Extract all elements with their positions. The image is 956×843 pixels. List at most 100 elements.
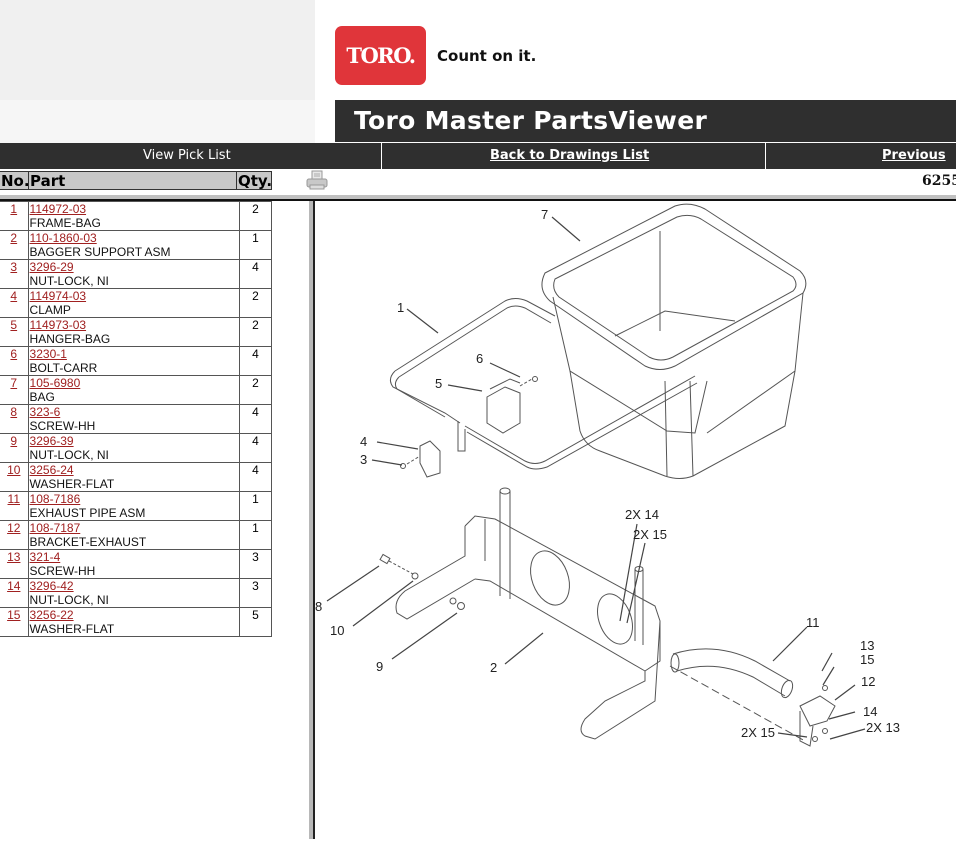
- part-number-link[interactable]: 3256-22: [30, 608, 239, 622]
- parts-table: 1 114972-03 FRAME-BAG 2 2 110-1860-03 BAGGER S…: [0, 201, 273, 637]
- part-number-link[interactable]: 3296-29: [30, 260, 239, 274]
- part-number-link[interactable]: 110-1860-03: [30, 231, 239, 245]
- item-number-link[interactable]: 15: [7, 608, 20, 622]
- part-cell: 3230-1 BOLT-CARR: [27, 346, 240, 376]
- previous-link[interactable]: Previous: [882, 148, 946, 163]
- callout-8[interactable]: 8: [315, 599, 322, 614]
- item-number-link[interactable]: 1: [10, 202, 17, 216]
- part-number-link[interactable]: 3296-42: [30, 579, 239, 593]
- page-title: Toro Master PartsViewer: [354, 106, 708, 135]
- quantity-cell: 2: [238, 288, 273, 318]
- item-number-link[interactable]: 7: [10, 376, 17, 390]
- quantity-cell: 5: [238, 607, 273, 637]
- callout-3[interactable]: 3: [360, 452, 367, 467]
- item-number-link[interactable]: 14: [7, 579, 20, 593]
- part-number-link[interactable]: 321-4: [30, 550, 239, 564]
- nav-bar: View Pick List Back to Drawings List Pre…: [0, 143, 956, 169]
- table-row: 15 3256-22 WASHER-FLAT 5: [0, 607, 273, 637]
- item-number-link[interactable]: 8: [10, 405, 17, 419]
- item-number-link[interactable]: 10: [7, 463, 20, 477]
- callout-14[interactable]: 14: [863, 704, 877, 719]
- part-number-link[interactable]: 114974-03: [30, 289, 239, 303]
- part-description: SCREW-HH: [29, 564, 96, 578]
- part-description: FRAME-BAG: [29, 216, 101, 230]
- part-cell: 110-1860-03 BAGGER SUPPORT ASM: [27, 230, 240, 260]
- part-number-link[interactable]: 114972-03: [30, 202, 239, 216]
- item-number-cell: 5: [0, 317, 29, 347]
- part-number-link[interactable]: 114973-03: [30, 318, 239, 332]
- part-cell: 3256-22 WASHER-FLAT: [27, 607, 240, 637]
- item-number-link[interactable]: 5: [10, 318, 17, 332]
- figure-number: 6255: [922, 173, 956, 189]
- diagram-drawing: 7 1 6 5 4 3 2X 14 2X 15 8 10 9 2 11 13 1…: [315, 203, 900, 747]
- callout-15[interactable]: 15: [860, 652, 874, 667]
- table-row: 8 323-6 SCREW-HH 4: [0, 404, 273, 434]
- header-blank-area: [0, 0, 315, 100]
- part-number-link[interactable]: 3296-39: [30, 434, 239, 448]
- item-number-cell: 2: [0, 230, 29, 260]
- quantity-cell: 1: [238, 491, 273, 521]
- item-number-link[interactable]: 13: [7, 550, 20, 564]
- part-number-link[interactable]: 3256-24: [30, 463, 239, 477]
- part-number-link[interactable]: 3230-1: [30, 347, 239, 361]
- item-number-cell: 15: [0, 607, 29, 637]
- view-pick-list-button[interactable]: View Pick List: [143, 148, 231, 163]
- callout-2[interactable]: 2: [490, 660, 497, 675]
- callout-2x13[interactable]: 2X 13: [866, 720, 900, 735]
- callout-9[interactable]: 9: [376, 659, 383, 674]
- quantity-cell: 4: [238, 404, 273, 434]
- fasteners-drawing: [379, 553, 465, 610]
- callout-2x15[interactable]: 2X 15: [633, 527, 667, 542]
- item-number-link[interactable]: 4: [10, 289, 17, 303]
- callout-7[interactable]: 7: [541, 207, 548, 222]
- part-description: NUT-LOCK, NI: [29, 593, 109, 607]
- item-number-link[interactable]: 6: [10, 347, 17, 361]
- part-number-link[interactable]: 108-7186: [30, 492, 239, 506]
- quantity-cell: 2: [238, 375, 273, 405]
- part-description: SCREW-HH: [29, 419, 96, 433]
- callout-10[interactable]: 10: [330, 623, 344, 638]
- part-cell: 114973-03 HANGER-BAG: [27, 317, 240, 347]
- quantity-cell: 4: [238, 462, 273, 492]
- callout-1[interactable]: 1: [397, 300, 404, 315]
- callout-12[interactable]: 12: [861, 674, 875, 689]
- part-description: EXHAUST PIPE ASM: [29, 506, 146, 520]
- table-row: 10 3256-24 WASHER-FLAT 4: [0, 462, 273, 492]
- bagger-support-drawing: [395, 487, 661, 740]
- item-number-link[interactable]: 9: [10, 434, 17, 448]
- callout-11[interactable]: 11: [806, 615, 820, 630]
- item-number-link[interactable]: 11: [8, 492, 20, 506]
- part-number-link[interactable]: 105-6980: [30, 376, 239, 390]
- part-number-link[interactable]: 108-7187: [30, 521, 239, 535]
- item-number-link[interactable]: 2: [10, 231, 17, 245]
- item-number-cell: 9: [0, 433, 29, 463]
- part-description: NUT-LOCK, NI: [29, 274, 109, 288]
- column-header-qty: Qty.: [236, 171, 273, 190]
- part-description: BAGGER SUPPORT ASM: [29, 245, 171, 259]
- part-cell: 105-6980 BAG: [27, 375, 240, 405]
- callout-13[interactable]: 13: [860, 638, 874, 653]
- item-number-cell: 11: [0, 491, 29, 521]
- part-description: BOLT-CARR: [29, 361, 98, 375]
- quantity-cell: 4: [238, 433, 273, 463]
- part-description: HANGER-BAG: [29, 332, 111, 346]
- item-number-link[interactable]: 3: [10, 260, 17, 274]
- print-icon[interactable]: [306, 170, 328, 190]
- item-number-link[interactable]: 12: [7, 521, 20, 535]
- part-number-link[interactable]: 323-6: [30, 405, 239, 419]
- item-number-cell: 12: [0, 520, 29, 550]
- part-cell: 114972-03 FRAME-BAG: [27, 201, 240, 231]
- callout-labels: 7 1 6 5 4 3 2X 14 2X 15 8 10 9 2 11 13 1…: [315, 207, 900, 740]
- callout-6[interactable]: 6: [476, 351, 483, 366]
- quantity-cell: 3: [238, 578, 273, 608]
- callout-5[interactable]: 5: [435, 376, 442, 391]
- table-row: 6 3230-1 BOLT-CARR 4: [0, 346, 273, 376]
- item-number-cell: 13: [0, 549, 29, 579]
- part-cell: 3256-24 WASHER-FLAT: [27, 462, 240, 492]
- table-row: 11 108-7186 EXHAUST PIPE ASM 1: [0, 491, 273, 521]
- callout-2x14[interactable]: 2X 14: [625, 507, 659, 522]
- back-to-drawings-link[interactable]: Back to Drawings List: [490, 148, 649, 163]
- callout-4[interactable]: 4: [360, 434, 367, 449]
- table-row: 13 321-4 SCREW-HH 3: [0, 549, 273, 579]
- callout-2x15-lower[interactable]: 2X 15: [741, 725, 775, 740]
